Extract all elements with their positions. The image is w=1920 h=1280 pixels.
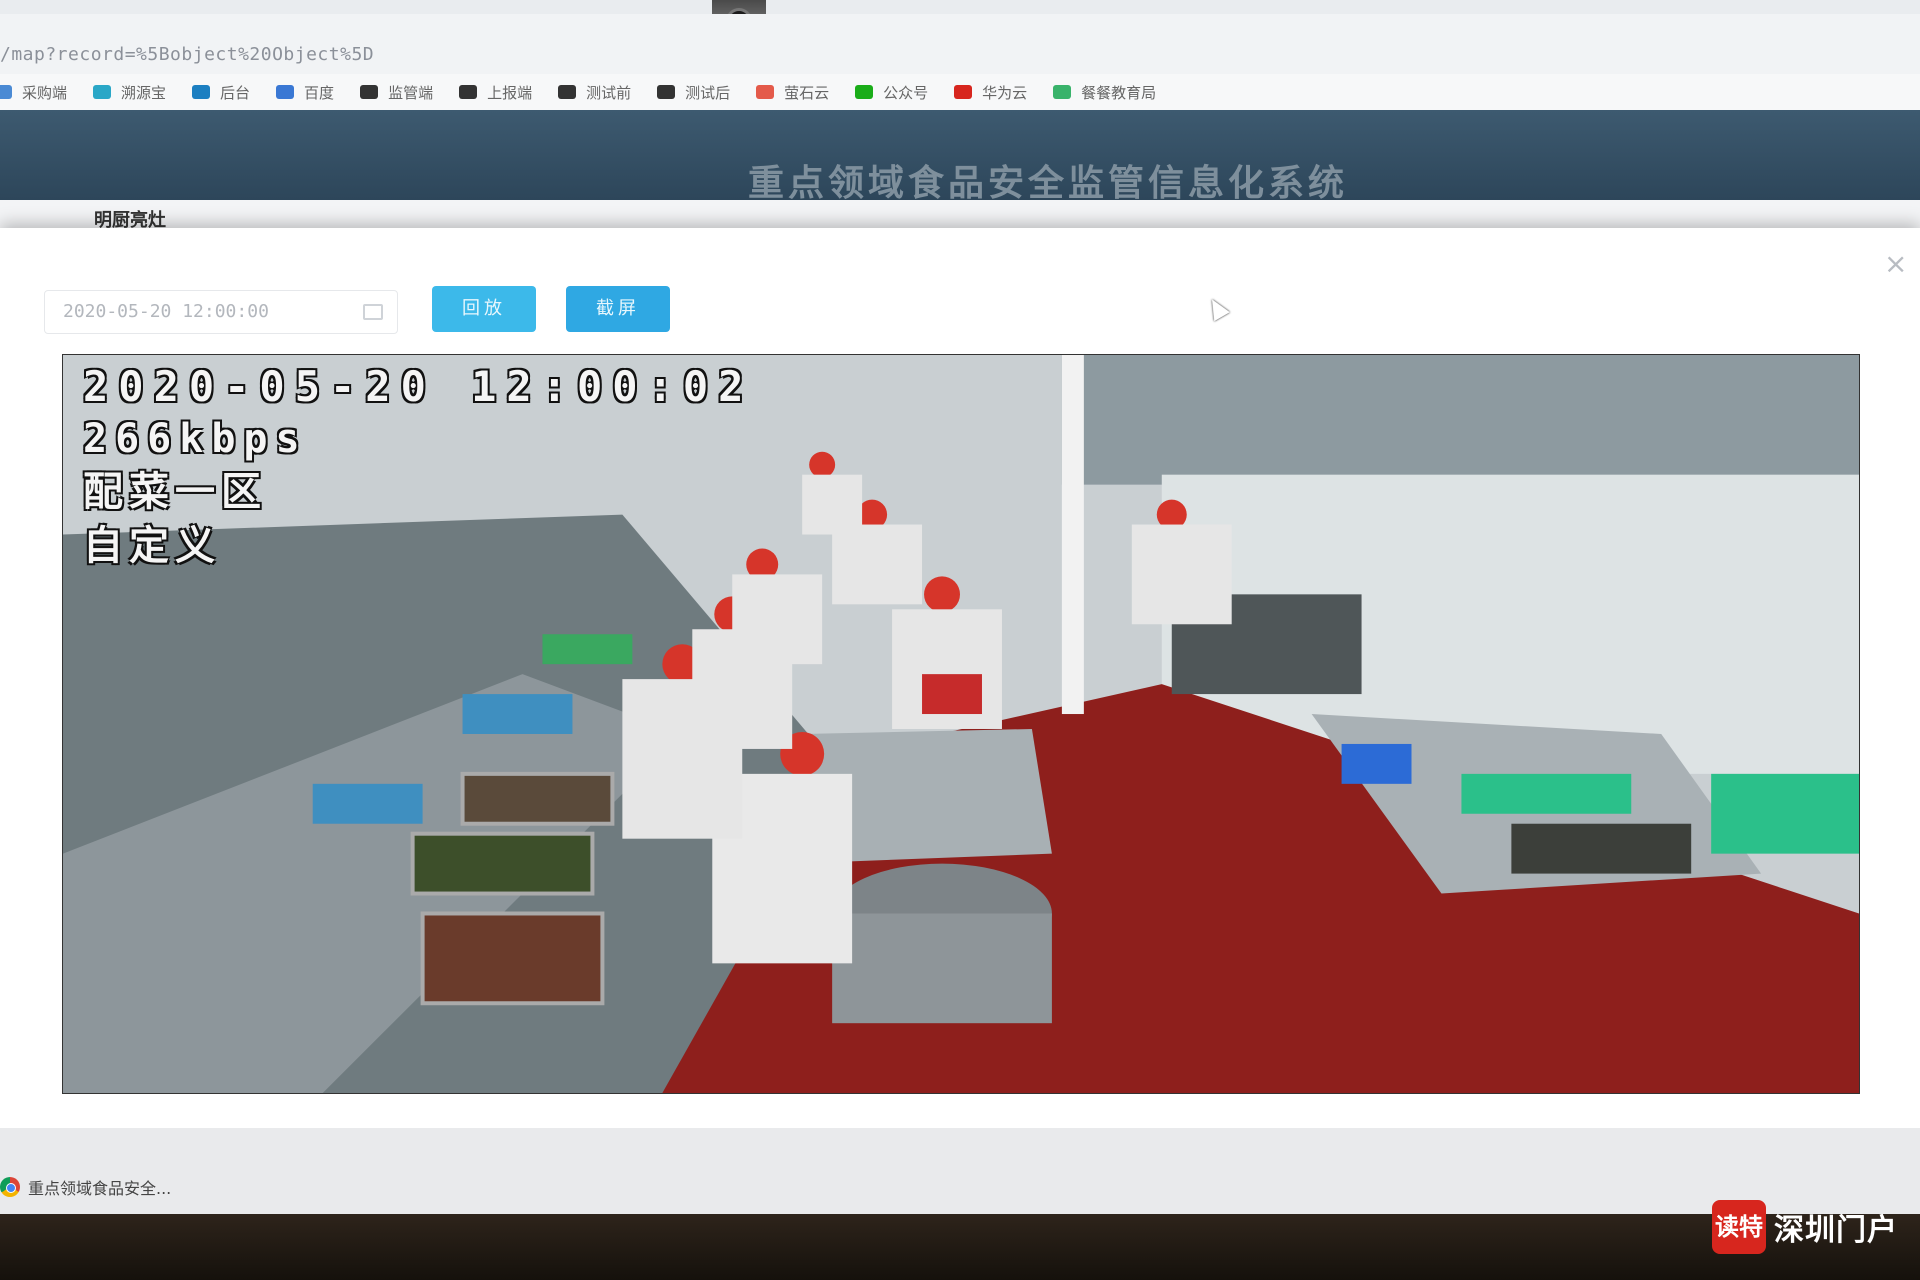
monitor-bezel — [0, 0, 1920, 14]
taskbar-browser-tab[interactable]: 重点领域食品安全... — [0, 1170, 171, 1204]
mouse-cursor-icon — [1204, 294, 1230, 322]
blue-bin — [1341, 743, 1412, 784]
wechat-icon — [855, 85, 874, 99]
huawei-icon — [954, 85, 973, 99]
osd-timestamp: 2020-05-20 12:00:02 — [83, 362, 754, 411]
leaf-icon — [93, 85, 112, 99]
osd-zone: 配菜一区 — [83, 469, 267, 515]
dashboard-icon — [192, 85, 211, 99]
page-title: 重点领域食品安全监管信息化系统 — [748, 163, 1349, 204]
datetime-input[interactable]: 2020-05-20 12:00:00 — [44, 290, 398, 334]
video-player[interactable]: 2020-05-20 12:00:02 266kbps 配菜一区 自定义 — [62, 354, 1860, 1094]
replay-button[interactable]: 回放 — [432, 286, 536, 332]
bookmark-item[interactable]: 百度 — [276, 82, 334, 103]
bookmark-label: 上报端 — [487, 83, 533, 102]
watermark-badge: 读特 — [1712, 1200, 1766, 1254]
bookmark-item[interactable]: 餐餐教育局 — [1053, 82, 1156, 103]
taskbar-tab-label: 重点领域食品安全... — [28, 1179, 172, 1198]
close-icon[interactable]: × — [1884, 250, 1907, 278]
bookmark-item[interactable]: 监管端 — [360, 82, 433, 103]
system-header: 重点领域食品安全监管信息化系统 — [0, 110, 1920, 204]
chrome-icon — [0, 1177, 20, 1197]
bookmark-item[interactable]: 华为云 — [954, 82, 1027, 103]
bookmark-label: 采购端 — [22, 83, 68, 102]
blue-basket — [462, 694, 573, 734]
calendar-icon[interactable] — [363, 304, 383, 320]
video-osd: 2020-05-20 12:00:02 266kbps 配菜一区 自定义 — [83, 361, 753, 573]
bookmark-item[interactable]: 测试前 — [558, 82, 631, 103]
shield-icon — [1053, 85, 1072, 99]
bookmark-label: 测试后 — [685, 83, 731, 102]
bookmark-label: 监管端 — [388, 83, 434, 102]
bookmark-item[interactable]: 测试后 — [657, 82, 730, 103]
screenshot-button[interactable]: 截屏 — [566, 286, 670, 332]
food-tray — [460, 771, 615, 826]
green-basket — [1461, 773, 1632, 814]
food-tray — [420, 911, 605, 1006]
watermark-text: 深圳门户 — [1774, 1213, 1898, 1248]
back-wall-windows — [1061, 355, 1859, 485]
baidu-paw-icon — [276, 85, 295, 99]
link-icon — [459, 85, 478, 99]
url-text[interactable]: /map?record=%5Bobject%20Object%5D — [0, 44, 374, 65]
bookmark-item[interactable]: 后台 — [192, 82, 250, 103]
bookmark-label: 后台 — [220, 83, 251, 102]
bookmark-icon — [0, 85, 12, 99]
osd-mode: 自定义 — [83, 523, 221, 569]
link-icon — [657, 85, 676, 99]
bookmark-label: 溯源宝 — [121, 83, 167, 102]
green-basket — [1711, 773, 1859, 854]
screen: /map?record=%5Bobject%20Object%5D 采购端 溯源宝… — [0, 14, 1920, 1214]
bookmark-label: 测试前 — [586, 83, 632, 102]
blue-basket — [312, 783, 423, 824]
bookmark-label: 公众号 — [883, 83, 929, 102]
video-modal: × 2020-05-20 12:00:00 回放 截屏 2020-05-20 1… — [0, 228, 1920, 1128]
datetime-value: 2020-05-20 12:00:00 — [63, 301, 269, 322]
food-tray — [1511, 823, 1692, 874]
large-pot-body — [832, 913, 1052, 1024]
address-bar[interactable]: /map?record=%5Bobject%20Object%5D — [0, 14, 1920, 74]
bookmarks-bar: 采购端 溯源宝 后台 百度 监管端 上报端 测试前 测试后 萤石云 公众号 华为云 餐餐教育局 — [0, 74, 1920, 110]
grid-icon — [756, 85, 775, 99]
bookmark-label: 餐餐教育局 — [1081, 83, 1157, 102]
bookmark-label: 萤石云 — [784, 83, 830, 102]
desk-surface — [0, 1214, 1920, 1280]
bookmark-item[interactable]: 萤石云 — [756, 82, 829, 103]
bookmark-item[interactable]: 采购端 — [0, 82, 67, 103]
bookmark-item[interactable]: 溯源宝 — [93, 82, 166, 103]
link-icon — [558, 85, 577, 99]
pillar — [1061, 355, 1084, 715]
bookmark-label: 华为云 — [982, 83, 1028, 102]
food-tray — [410, 831, 595, 896]
bookmark-item[interactable]: 上报端 — [459, 82, 532, 103]
bookmark-item[interactable]: 公众号 — [855, 82, 928, 103]
osd-bitrate: 266kbps — [83, 416, 308, 462]
green-basket — [542, 634, 633, 665]
link-icon — [360, 85, 379, 99]
bookmark-label: 百度 — [304, 83, 335, 102]
taskbar: 重点领域食品安全... — [0, 1128, 1920, 1214]
watermark-logo: 读特 深圳门户 — [1712, 1200, 1898, 1254]
